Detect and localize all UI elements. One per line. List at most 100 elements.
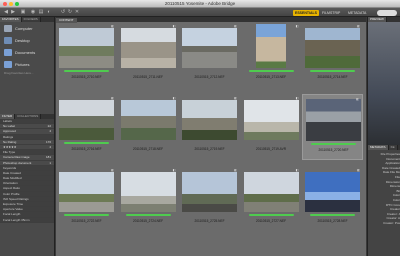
filter-label: ★★★★★ [3, 144, 17, 149]
tab-keywords[interactable]: KE [388, 145, 398, 150]
workspace-metadata[interactable]: METADATA [346, 10, 368, 16]
approved-label-bar [248, 214, 294, 216]
folder-icon [4, 48, 12, 56]
computer-icon [4, 24, 12, 32]
photo-thumbnail [256, 24, 286, 68]
thumbnail-filename: 20110515_2718.NEF [132, 147, 164, 151]
thumbnail-item[interactable]: ◧ 20110515_2713.NEF [241, 22, 302, 88]
desktop-icon [4, 36, 12, 44]
tab-folders[interactable]: FOLDERS [21, 17, 41, 22]
approved-label-bar [310, 214, 355, 216]
window-titlebar: 20110515 Yosemite - Adobe Bridge [0, 0, 400, 8]
thumbnail-item[interactable]: ◧ 20110515_2719.AVR [241, 94, 302, 160]
thumbnail-item[interactable]: ◧ 20110515_2727.NEF [241, 166, 302, 232]
filter-label: Focal Length 35mm [3, 217, 30, 222]
approved-label-bar [311, 143, 356, 145]
favorite-item[interactable]: Computer [0, 22, 54, 34]
tab-favorites[interactable]: FAVORITES [0, 17, 22, 22]
thumbnail-item[interactable]: ◧ 20110515_2714.NEF [302, 22, 363, 88]
filter-label: Keywords [3, 165, 17, 170]
camera-raw-badge-icon: ◧ [172, 24, 176, 28]
thumbnail-item[interactable]: ◧ 20110515_2719.NEF [179, 94, 240, 160]
open-camera-raw-icon[interactable]: ◐ [46, 10, 52, 15]
toolbar: ◀ ▶ ▣ ◉ ▤ ◐ ↺ ↻ ✕ ESSENTIALS FILMSTRIP M… [0, 8, 400, 17]
filter-label: Exposure Time [3, 202, 24, 206]
thumbnail-frame [58, 24, 115, 68]
back-icon[interactable]: ◀ [3, 10, 9, 15]
thumbnail-item[interactable]: ◧ 20110515_2711.NEF [118, 22, 179, 88]
camera-raw-badge-icon: ◧ [357, 168, 360, 172]
thumbnail-item[interactable]: ◧ 20110515_2722.NEF [56, 166, 117, 232]
filter-count: 181 [45, 155, 51, 160]
thumbnail-item[interactable]: ◧ 20110515_2724.NEF [118, 166, 179, 232]
thumbnail-frame [181, 96, 238, 140]
thumbnail-item[interactable]: ◧ 20110515_2720.NEF [302, 94, 363, 160]
favorite-item[interactable]: Pictures [0, 58, 54, 70]
filter-list: Labels No Label 22 Approved 4 Ratings No Ratin… [0, 119, 54, 223]
filter-label: Aspect Ratio [3, 186, 21, 191]
camera-raw-badge-icon: ◧ [295, 24, 299, 28]
filter-label: Ratings [3, 134, 14, 139]
thumbnail-item[interactable]: ◧ 20110515_2716.NEF [56, 94, 117, 160]
thumbnail-item[interactable]: ◧ 20110515_2710.NEF [56, 22, 117, 88]
photo-thumbnail [306, 99, 361, 141]
photo-thumbnail [182, 100, 237, 140]
favorite-label: Computer [15, 25, 33, 31]
favorite-item[interactable]: Documents [0, 46, 54, 58]
photo-thumbnail [120, 172, 176, 212]
favorite-item[interactable]: Desktop [0, 34, 54, 46]
thumbnail-item[interactable]: ◧ 20110515_2725.NEF [179, 166, 240, 232]
refine-icon[interactable]: ▤ [38, 10, 44, 15]
photo-thumbnail [243, 172, 299, 212]
thumbnail-item[interactable]: ◧ 20110515_2718.NEF [118, 94, 179, 160]
forward-icon[interactable]: ▶ [10, 10, 16, 15]
thumbnail-frame [58, 96, 115, 140]
thumbnail-filename: 20110515_2724.NEF [132, 219, 164, 223]
metadata-tabs: METADATA KE [368, 145, 400, 150]
thumbnail-filename: 20110515_2716.NEF [71, 147, 102, 151]
favorite-label: Pictures [15, 61, 30, 67]
recent-folder-icon[interactable]: ▣ [20, 10, 26, 15]
left-panel: FAVORITES FOLDERS Computer Desktop Documen… [0, 17, 55, 256]
filter-label: Labels [3, 119, 12, 123]
filter-label: Color Profile [3, 191, 20, 196]
photo-thumbnail [59, 172, 114, 212]
workspace-filmstrip[interactable]: FILMSTRIP [320, 10, 342, 16]
filter-label: No Rating [3, 139, 17, 144]
thumbnail-frame [243, 96, 300, 140]
thumbnail-frame [304, 24, 361, 68]
thumbnail-frame [181, 168, 238, 212]
favorite-label: Documents [15, 49, 36, 55]
filter-count: 22 [47, 124, 51, 129]
camera-icon[interactable]: ◉ [30, 10, 36, 15]
filter-label: Focal Length [3, 212, 21, 217]
search-input[interactable] [377, 9, 397, 16]
photo-thumbnail [120, 100, 176, 140]
filter-label: Aperture Value [3, 207, 23, 212]
thumbnail-item[interactable]: ◧ 20110515_2728.NEF [302, 166, 363, 232]
thumbnail-filename: 20110515_2720.NEF [318, 148, 349, 152]
filter-category[interactable]: Focal Length 35mm [0, 217, 54, 223]
photo-thumbnail [182, 28, 237, 68]
photo-thumbnail [59, 28, 114, 68]
thumbnail-item[interactable]: ◧ 20110515_2712.NEF [179, 22, 240, 88]
thumbnail-frame [304, 168, 361, 212]
photo-thumbnail [59, 100, 114, 140]
thumbnail-filename: 20110515_2713.NEF [255, 75, 287, 79]
camera-raw-badge-icon: ◧ [357, 24, 360, 28]
workspace-essentials[interactable]: ESSENTIALS [293, 9, 319, 16]
trash-icon[interactable]: ✕ [74, 10, 80, 15]
metadata-field: Creator: Pos [383, 220, 400, 225]
camera-raw-badge-icon: ◧ [172, 168, 176, 172]
window-title: 20110515 Yosemite - Adobe Bridge [164, 1, 236, 6]
thumbnail-frame [181, 24, 238, 68]
right-panel: PREVIEW METADATA KE File Properties Docum… [367, 17, 400, 256]
tab-collections[interactable]: COLLECTIONS [15, 114, 42, 119]
thumbnail-frame [243, 24, 300, 68]
thumbnail-filename: 20110515_2712.NEF [194, 75, 225, 79]
rotate-left-icon[interactable]: ↺ [60, 10, 66, 15]
filter-label: File Type [3, 150, 16, 155]
rotate-right-icon[interactable]: ↻ [67, 10, 73, 15]
tab-metadata[interactable]: METADATA [368, 145, 389, 150]
preview-image [368, 22, 400, 145]
